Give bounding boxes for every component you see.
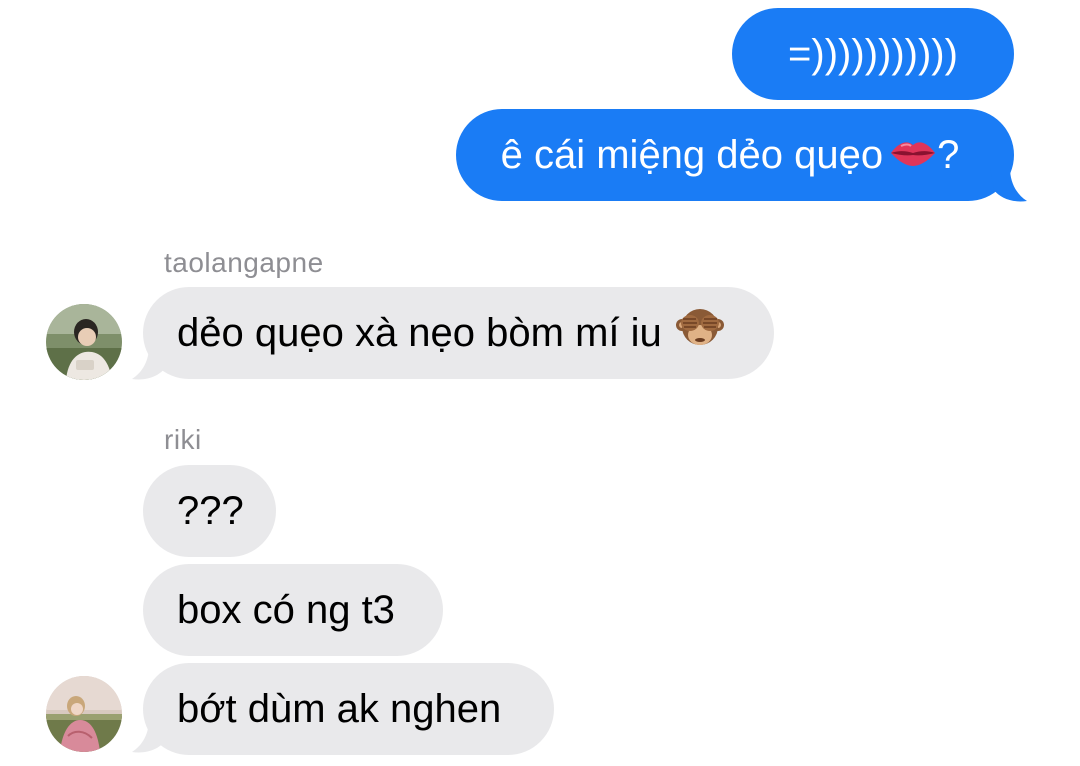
incoming-message-bubble[interactable]: dẻo quẹo xà nẹo bòm mí iu [143,287,774,379]
message-text-suffix: ? [937,132,960,177]
sender-name: riki [164,424,202,455]
see-no-evil-monkey-icon [675,305,724,361]
message-text: =))))))))))) [788,31,958,76]
avatar[interactable] [46,304,122,380]
outgoing-bubble-tail [990,168,1027,202]
message-text: box có ng t3 [177,587,395,632]
message-text: bớt dùm ak nghen [177,686,502,731]
lips-icon [889,133,937,178]
message-text: ê cái miệng dẻo quẹo [500,132,884,177]
incoming-message-bubble[interactable]: ??? [143,465,276,557]
message-text: ??? [177,488,244,533]
incoming-bubble-tail [132,346,169,380]
avatar[interactable] [46,676,122,752]
outgoing-message-bubble[interactable]: =))))))))))) [732,8,1014,100]
incoming-message-bubble[interactable]: bớt dùm ak nghen [143,663,554,755]
incoming-bubble-tail [132,719,169,753]
message-text: dẻo quẹo xà nẹo bòm mí iu [177,310,662,355]
sender-name: taolangapne [164,247,324,278]
incoming-message-bubble[interactable]: box có ng t3 [143,564,443,656]
outgoing-message-bubble[interactable]: ê cái miệng dẻo quẹo ? [456,109,1014,201]
